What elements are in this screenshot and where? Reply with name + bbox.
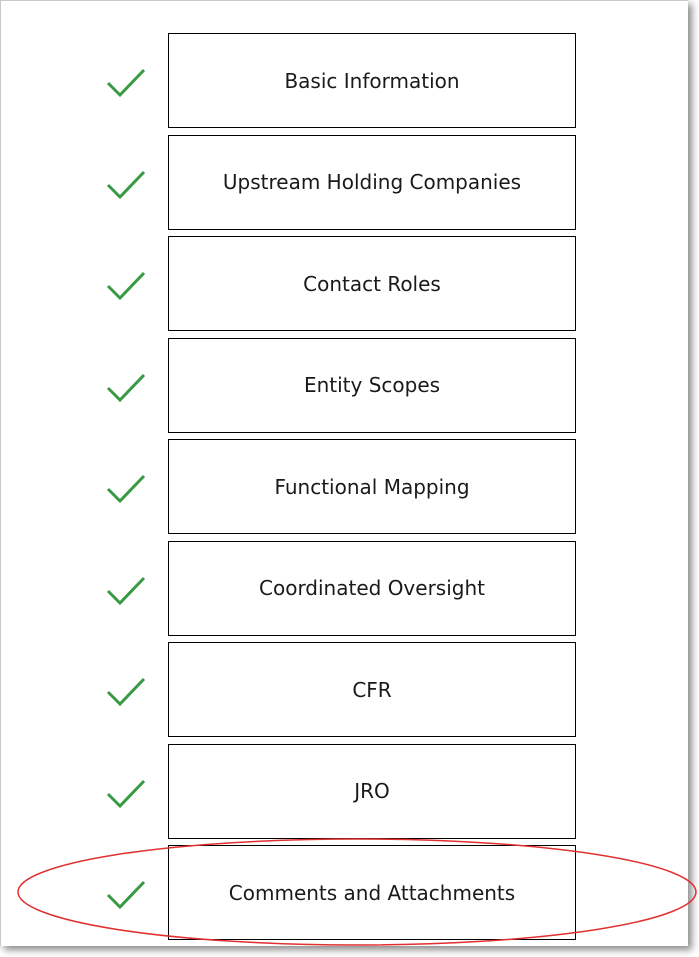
step-row: CFR <box>1 642 688 744</box>
step-cfr[interactable]: CFR <box>168 642 576 737</box>
step-row: Upstream Holding Companies <box>1 134 688 237</box>
step-row: Comments and Attachments <box>1 845 688 947</box>
wizard-panel: Basic Information Upstream Holding Compa… <box>0 0 688 946</box>
step-entity-scopes[interactable]: Entity Scopes <box>168 337 576 433</box>
step-list: Basic Information Upstream Holding Compa… <box>1 33 688 947</box>
step-row: Basic Information <box>1 33 688 135</box>
step-jro[interactable]: JRO <box>168 743 576 839</box>
step-row: JRO <box>1 743 688 846</box>
checkmark-icon <box>104 878 148 912</box>
checkmark-icon <box>104 269 148 303</box>
step-row: Entity Scopes <box>1 337 688 440</box>
checkmark-icon <box>104 472 148 506</box>
step-functional-mapping[interactable]: Functional Mapping <box>168 439 576 534</box>
step-row: Coordinated Oversight <box>1 540 688 643</box>
checkmark-icon <box>104 168 148 202</box>
step-row: Functional Mapping <box>1 439 688 541</box>
checkmark-icon <box>104 371 148 405</box>
step-row: Contact Roles <box>1 236 688 338</box>
checkmark-icon <box>104 574 148 608</box>
step-coordinated-oversight[interactable]: Coordinated Oversight <box>168 540 576 636</box>
checkmark-icon <box>104 777 148 811</box>
step-basic-information[interactable]: Basic Information <box>168 33 576 128</box>
checkmark-icon <box>104 66 148 100</box>
step-comments-and-attachments[interactable]: Comments and Attachments <box>168 845 576 940</box>
checkmark-icon <box>104 675 148 709</box>
step-contact-roles[interactable]: Contact Roles <box>168 236 576 331</box>
step-upstream-holding-companies[interactable]: Upstream Holding Companies <box>168 134 576 230</box>
